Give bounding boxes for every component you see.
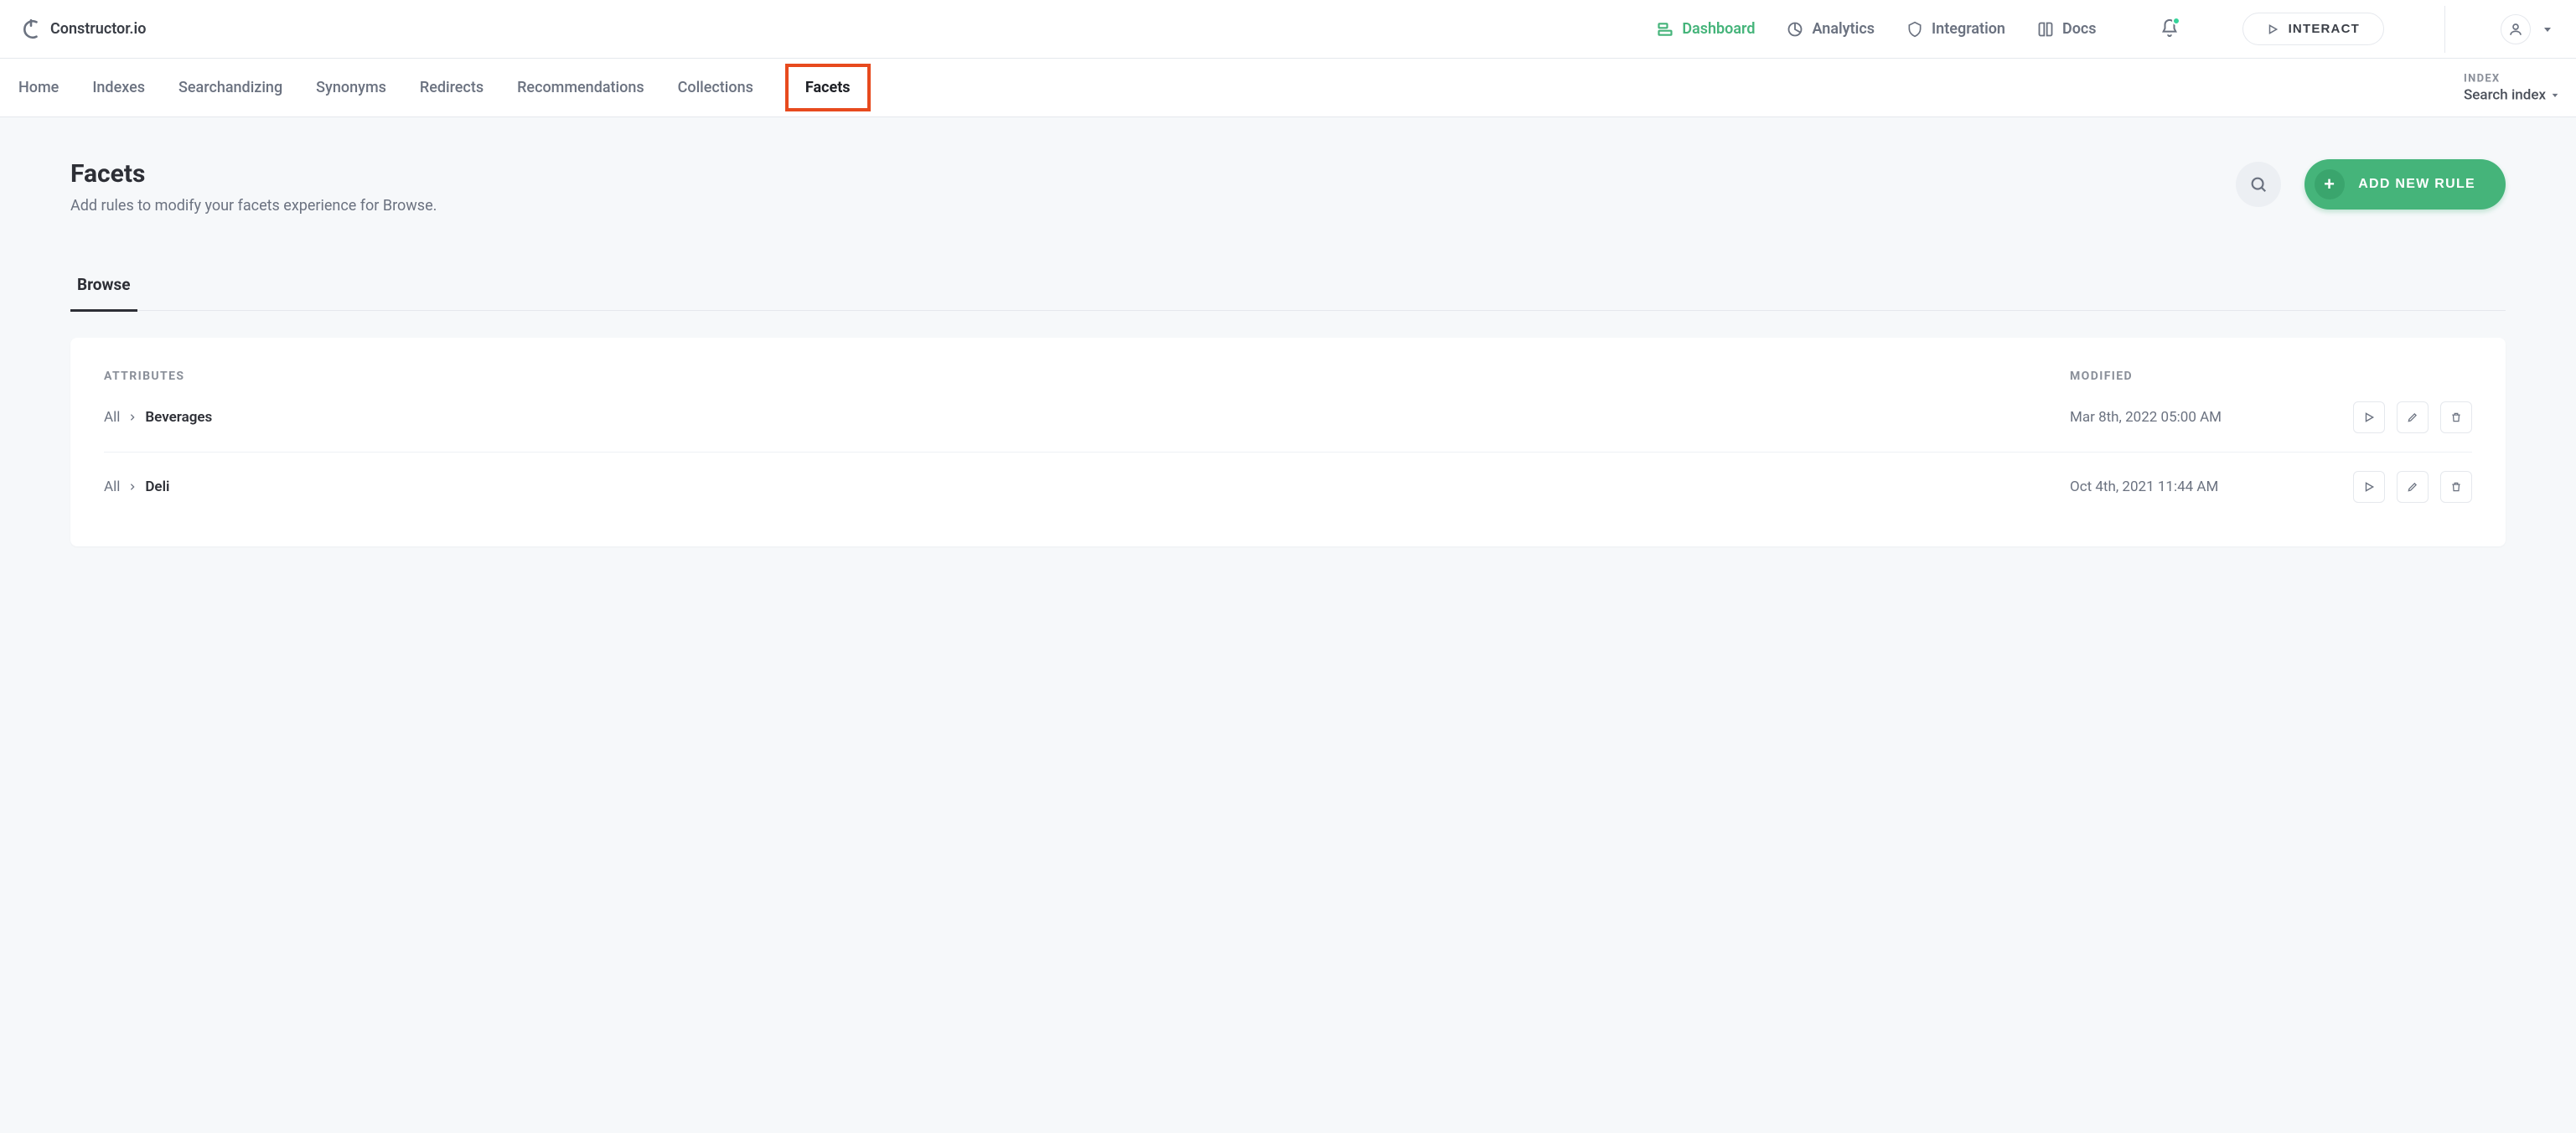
tabs: Browse (70, 275, 2506, 311)
subnav: Home Indexes Searchandizing Synonyms Red… (17, 67, 871, 108)
pencil-icon (2407, 411, 2418, 423)
trash-icon (2450, 481, 2462, 493)
topbar: Constructor.io Dashboard Analytics Integ… (0, 0, 2576, 59)
delete-button[interactable] (2440, 401, 2472, 433)
add-rule-label: ADD NEW RULE (2358, 177, 2475, 192)
edit-button[interactable] (2397, 471, 2429, 503)
trash-icon (2450, 411, 2462, 423)
subnav-facets[interactable]: Facets (785, 64, 871, 111)
plus-icon: + (2315, 169, 2345, 199)
nav-analytics[interactable]: Analytics (1787, 20, 1875, 38)
page-subtitle: Add rules to modify your facets experien… (70, 197, 437, 215)
add-rule-button[interactable]: + ADD NEW RULE (2304, 159, 2506, 210)
user-menu[interactable] (2501, 14, 2553, 44)
play-icon (2363, 481, 2375, 493)
breadcrumb[interactable]: All Deli (104, 479, 2070, 495)
dashboard-icon (1657, 21, 1673, 38)
page-actions: + ADD NEW RULE (2236, 159, 2506, 210)
breadcrumb[interactable]: All Beverages (104, 409, 2070, 426)
delete-button[interactable] (2440, 471, 2472, 503)
col-attributes: Attributes (104, 370, 2070, 383)
caret-down-icon (2551, 91, 2559, 99)
modified-cell: Oct 4th, 2021 11:44 AM (2070, 479, 2321, 495)
nav-dashboard[interactable]: Dashboard (1657, 20, 1755, 38)
caret-down-icon (2542, 24, 2553, 34)
crumb-leaf: Beverages (145, 409, 212, 426)
play-icon (2267, 23, 2279, 35)
subnav-home[interactable]: Home (17, 74, 60, 101)
table-row: All Deli Oct 4th, 2021 11:44 AM (104, 453, 2472, 521)
brand-name: Constructor.io (50, 20, 146, 38)
subnav-synonyms[interactable]: Synonyms (314, 74, 388, 101)
col-modified: Modified (2070, 370, 2321, 383)
chevron-right-icon (128, 413, 137, 422)
subnavbar: Home Indexes Searchandizing Synonyms Red… (0, 59, 2576, 117)
nav-integration[interactable]: Integration (1906, 20, 2005, 38)
preview-button[interactable] (2353, 471, 2385, 503)
play-icon (2363, 411, 2375, 423)
chevron-right-icon (128, 483, 137, 491)
topnav: Dashboard Analytics Integration Docs (1657, 6, 2553, 53)
crumb-root: All (104, 479, 120, 495)
nav-analytics-label: Analytics (1812, 20, 1875, 38)
subnav-indexes[interactable]: Indexes (91, 74, 147, 101)
crumb-root: All (104, 409, 120, 426)
page-header: Facets Add rules to modify your facets e… (70, 159, 2506, 215)
nav-docs[interactable]: Docs (2037, 20, 2097, 38)
search-icon (2249, 175, 2268, 194)
interact-label: INTERACT (2289, 22, 2360, 36)
preview-button[interactable] (2353, 401, 2385, 433)
page-titles: Facets Add rules to modify your facets e… (70, 159, 437, 215)
analytics-icon (1787, 21, 1803, 38)
brand[interactable]: Constructor.io (20, 18, 146, 40)
table-row: All Beverages Mar 8th, 2022 05:00 AM (104, 383, 2472, 453)
docs-icon (2037, 21, 2054, 38)
nav-integration-label: Integration (1932, 20, 2005, 38)
rules-table: Attributes Modified All Beverages Mar 8t… (70, 338, 2506, 546)
page-title: Facets (70, 159, 437, 189)
subnav-redirects[interactable]: Redirects (418, 74, 485, 101)
crumb-leaf: Deli (145, 479, 169, 495)
divider (2444, 6, 2445, 53)
subnav-recommendations[interactable]: Recommendations (515, 74, 646, 101)
search-button[interactable] (2236, 162, 2281, 207)
index-value: Search index (2464, 86, 2546, 103)
tab-browse[interactable]: Browse (70, 275, 137, 312)
nav-dashboard-label: Dashboard (1682, 20, 1755, 38)
notification-dot-icon (2172, 17, 2180, 25)
integration-icon (1906, 21, 1923, 38)
index-select[interactable]: Search index (2464, 86, 2559, 103)
edit-button[interactable] (2397, 401, 2429, 433)
index-label: INDEX (2464, 72, 2559, 85)
interact-button[interactable]: INTERACT (2242, 13, 2384, 45)
pencil-icon (2407, 481, 2418, 493)
subnav-searchandizing[interactable]: Searchandizing (177, 74, 284, 101)
user-avatar-icon (2501, 14, 2531, 44)
subnav-collections[interactable]: Collections (676, 74, 755, 101)
notifications-button[interactable] (2160, 18, 2179, 40)
row-actions (2321, 401, 2472, 433)
modified-cell: Mar 8th, 2022 05:00 AM (2070, 409, 2321, 426)
row-actions (2321, 471, 2472, 503)
brand-logo-icon (20, 18, 42, 40)
table-head: Attributes Modified (104, 370, 2472, 383)
nav-docs-label: Docs (2062, 20, 2097, 38)
index-selector[interactable]: INDEX Search index (2464, 72, 2559, 103)
page: Facets Add rules to modify your facets e… (0, 117, 2576, 1133)
